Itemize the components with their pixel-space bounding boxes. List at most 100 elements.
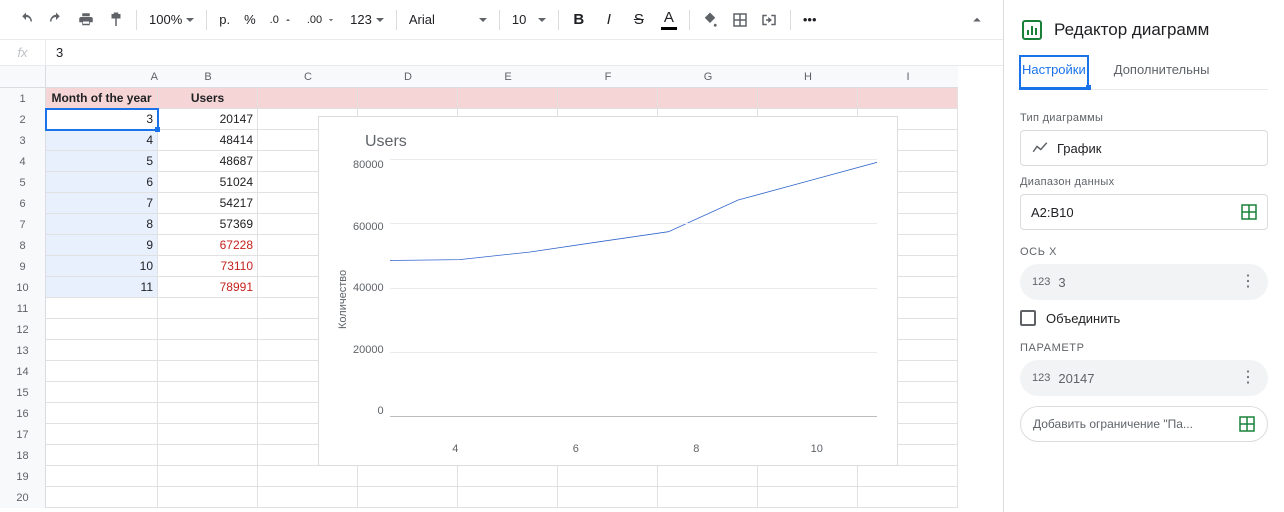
select-all-corner[interactable] [0,66,46,88]
cell[interactable] [46,487,158,508]
cell[interactable]: 11 [46,277,158,298]
paint-format-button[interactable] [102,6,130,34]
col-header-I[interactable]: I [858,66,958,88]
cell[interactable] [258,466,358,487]
row-header[interactable]: 1 [0,88,46,109]
cell[interactable] [46,319,158,340]
cell[interactable] [158,319,258,340]
dec-plus-button[interactable]: .00 [301,6,342,34]
cell[interactable]: 51024 [158,172,258,193]
format-123-button[interactable]: 123 [344,6,390,34]
cell[interactable] [158,403,258,424]
spreadsheet-grid[interactable]: A B C D E F G H I 1Month of the yearUser… [0,66,1003,512]
cell[interactable] [758,88,858,109]
cell[interactable]: 78991 [158,277,258,298]
cell[interactable] [46,298,158,319]
grid-select-icon[interactable] [1241,204,1257,220]
percent-button[interactable]: % [238,6,262,34]
redo-button[interactable] [42,6,70,34]
cell[interactable]: 9 [46,235,158,256]
cell[interactable]: 48414 [158,130,258,151]
row-header[interactable]: 17 [0,424,46,445]
row-header[interactable]: 10 [0,277,46,298]
col-header-H[interactable]: H [758,66,858,88]
row-header[interactable]: 11 [0,298,46,319]
zoom-select[interactable]: 100% [143,6,200,34]
cell[interactable] [558,487,658,508]
row-header[interactable]: 7 [0,214,46,235]
font-select[interactable]: Arial [403,6,493,34]
font-size-select[interactable]: 10 [506,6,552,34]
merge-button[interactable] [756,6,784,34]
cell[interactable]: 10 [46,256,158,277]
cell[interactable] [858,88,958,109]
cell[interactable]: 7 [46,193,158,214]
combine-checkbox[interactable]: Объединить [1020,310,1268,326]
cell[interactable]: 4 [46,130,158,151]
row-header[interactable]: 8 [0,235,46,256]
xaxis-chip[interactable]: 1233 ⋮ [1020,264,1268,300]
borders-button[interactable] [726,6,754,34]
currency-button[interactable]: р. [213,6,236,34]
cell[interactable] [358,487,458,508]
strike-button[interactable]: S [625,6,653,34]
cell[interactable] [46,466,158,487]
cell[interactable] [758,487,858,508]
tab-setup[interactable]: Настройки [1020,56,1088,89]
text-color-button[interactable]: A [655,6,683,34]
xaxis-menu-icon[interactable]: ⋮ [1240,279,1256,285]
col-header-C[interactable]: C [258,66,358,88]
more-button[interactable]: ••• [797,6,823,34]
fill-color-button[interactable] [696,6,724,34]
collapse-sidebar-button[interactable] [963,6,991,34]
tab-customise[interactable]: Дополнительны [1112,56,1212,89]
cell[interactable] [558,88,658,109]
cell[interactable] [158,487,258,508]
row-header[interactable]: 3 [0,130,46,151]
row-header[interactable]: 9 [0,256,46,277]
row-header[interactable]: 16 [0,403,46,424]
param-menu-icon[interactable]: ⋮ [1240,375,1256,381]
cell[interactable] [358,88,458,109]
row-header[interactable]: 13 [0,340,46,361]
cell[interactable]: 6 [46,172,158,193]
data-range-input[interactable]: A2:B10 [1020,194,1268,230]
cell[interactable] [558,466,658,487]
cell[interactable] [658,487,758,508]
cell[interactable] [46,361,158,382]
formula-value[interactable]: 3 [46,45,63,60]
row-header[interactable]: 18 [0,445,46,466]
cell[interactable]: 8 [46,214,158,235]
row-header[interactable]: 4 [0,151,46,172]
cell[interactable] [858,466,958,487]
col-header-D[interactable]: D [358,66,458,88]
undo-button[interactable] [12,6,40,34]
cell[interactable] [158,466,258,487]
cell[interactable] [858,487,958,508]
cell[interactable]: 48687 [158,151,258,172]
row-header[interactable]: 2 [0,109,46,130]
cell[interactable] [458,466,558,487]
cell[interactable] [46,340,158,361]
cell[interactable]: 5 [46,151,158,172]
cell[interactable]: Users [158,88,258,109]
col-header-A[interactable]: A [46,66,158,88]
cell[interactable] [158,382,258,403]
cell[interactable]: Month of the year [46,88,158,109]
row-header[interactable]: 5 [0,172,46,193]
cell[interactable]: 73110 [158,256,258,277]
cell[interactable] [258,88,358,109]
row-header[interactable]: 12 [0,319,46,340]
row-header[interactable]: 20 [0,487,46,508]
grid-select-icon[interactable] [1239,416,1255,432]
cell[interactable] [458,487,558,508]
cell[interactable]: 3 [46,109,158,130]
cell[interactable] [158,424,258,445]
cell[interactable] [158,340,258,361]
bold-button[interactable]: B [565,6,593,34]
cell[interactable] [46,445,158,466]
row-header[interactable]: 15 [0,382,46,403]
cell[interactable] [46,382,158,403]
embedded-chart[interactable]: Users Количество 80000 60000 40000 20000… [318,116,898,466]
col-header-B[interactable]: B [158,66,258,88]
